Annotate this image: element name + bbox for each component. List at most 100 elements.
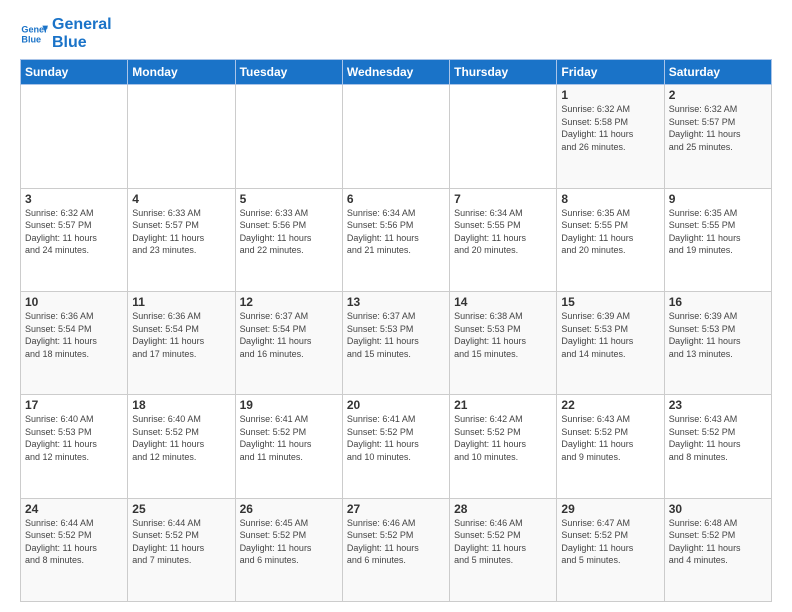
day-info: Sunrise: 6:39 AM Sunset: 5:53 PM Dayligh… xyxy=(669,310,767,360)
day-info: Sunrise: 6:32 AM Sunset: 5:58 PM Dayligh… xyxy=(561,103,659,153)
day-number: 30 xyxy=(669,502,767,516)
day-number: 24 xyxy=(25,502,123,516)
day-number: 27 xyxy=(347,502,445,516)
day-number: 10 xyxy=(25,295,123,309)
day-number: 15 xyxy=(561,295,659,309)
day-number: 17 xyxy=(25,398,123,412)
day-number: 14 xyxy=(454,295,552,309)
calendar-day: 29Sunrise: 6:47 AM Sunset: 5:52 PM Dayli… xyxy=(557,498,664,601)
day-info: Sunrise: 6:36 AM Sunset: 5:54 PM Dayligh… xyxy=(132,310,230,360)
day-info: Sunrise: 6:45 AM Sunset: 5:52 PM Dayligh… xyxy=(240,517,338,567)
calendar-day: 8Sunrise: 6:35 AM Sunset: 5:55 PM Daylig… xyxy=(557,188,664,291)
day-number: 13 xyxy=(347,295,445,309)
day-number: 8 xyxy=(561,192,659,206)
day-info: Sunrise: 6:46 AM Sunset: 5:52 PM Dayligh… xyxy=(347,517,445,567)
header: General Blue General Blue xyxy=(20,16,772,51)
weekday-header: Thursday xyxy=(450,60,557,85)
calendar-day: 5Sunrise: 6:33 AM Sunset: 5:56 PM Daylig… xyxy=(235,188,342,291)
calendar-day: 3Sunrise: 6:32 AM Sunset: 5:57 PM Daylig… xyxy=(21,188,128,291)
calendar-day: 13Sunrise: 6:37 AM Sunset: 5:53 PM Dayli… xyxy=(342,291,449,394)
calendar-week: 24Sunrise: 6:44 AM Sunset: 5:52 PM Dayli… xyxy=(21,498,772,601)
day-number: 2 xyxy=(669,88,767,102)
weekday-row: SundayMondayTuesdayWednesdayThursdayFrid… xyxy=(21,60,772,85)
day-number: 1 xyxy=(561,88,659,102)
day-info: Sunrise: 6:41 AM Sunset: 5:52 PM Dayligh… xyxy=(347,413,445,463)
day-number: 19 xyxy=(240,398,338,412)
calendar-day: 16Sunrise: 6:39 AM Sunset: 5:53 PM Dayli… xyxy=(664,291,771,394)
calendar-day: 17Sunrise: 6:40 AM Sunset: 5:53 PM Dayli… xyxy=(21,395,128,498)
day-info: Sunrise: 6:43 AM Sunset: 5:52 PM Dayligh… xyxy=(669,413,767,463)
calendar-day: 1Sunrise: 6:32 AM Sunset: 5:58 PM Daylig… xyxy=(557,85,664,188)
calendar-day: 25Sunrise: 6:44 AM Sunset: 5:52 PM Dayli… xyxy=(128,498,235,601)
day-info: Sunrise: 6:41 AM Sunset: 5:52 PM Dayligh… xyxy=(240,413,338,463)
calendar-day: 4Sunrise: 6:33 AM Sunset: 5:57 PM Daylig… xyxy=(128,188,235,291)
day-number: 7 xyxy=(454,192,552,206)
day-info: Sunrise: 6:32 AM Sunset: 5:57 PM Dayligh… xyxy=(669,103,767,153)
calendar-day: 20Sunrise: 6:41 AM Sunset: 5:52 PM Dayli… xyxy=(342,395,449,498)
logo-icon: General Blue xyxy=(20,20,48,48)
day-info: Sunrise: 6:35 AM Sunset: 5:55 PM Dayligh… xyxy=(561,207,659,257)
calendar-week: 3Sunrise: 6:32 AM Sunset: 5:57 PM Daylig… xyxy=(21,188,772,291)
logo: General Blue General Blue xyxy=(20,16,112,51)
calendar-day: 30Sunrise: 6:48 AM Sunset: 5:52 PM Dayli… xyxy=(664,498,771,601)
day-info: Sunrise: 6:44 AM Sunset: 5:52 PM Dayligh… xyxy=(132,517,230,567)
day-info: Sunrise: 6:48 AM Sunset: 5:52 PM Dayligh… xyxy=(669,517,767,567)
day-number: 4 xyxy=(132,192,230,206)
calendar-day: 23Sunrise: 6:43 AM Sunset: 5:52 PM Dayli… xyxy=(664,395,771,498)
calendar-day xyxy=(342,85,449,188)
day-number: 12 xyxy=(240,295,338,309)
calendar-day: 26Sunrise: 6:45 AM Sunset: 5:52 PM Dayli… xyxy=(235,498,342,601)
calendar-day xyxy=(450,85,557,188)
day-number: 5 xyxy=(240,192,338,206)
weekday-header: Friday xyxy=(557,60,664,85)
day-number: 20 xyxy=(347,398,445,412)
day-number: 6 xyxy=(347,192,445,206)
logo-text: General Blue xyxy=(52,16,112,51)
day-info: Sunrise: 6:37 AM Sunset: 5:54 PM Dayligh… xyxy=(240,310,338,360)
day-info: Sunrise: 6:38 AM Sunset: 5:53 PM Dayligh… xyxy=(454,310,552,360)
day-info: Sunrise: 6:35 AM Sunset: 5:55 PM Dayligh… xyxy=(669,207,767,257)
weekday-header: Wednesday xyxy=(342,60,449,85)
calendar-day: 9Sunrise: 6:35 AM Sunset: 5:55 PM Daylig… xyxy=(664,188,771,291)
calendar-day: 14Sunrise: 6:38 AM Sunset: 5:53 PM Dayli… xyxy=(450,291,557,394)
weekday-header: Tuesday xyxy=(235,60,342,85)
weekday-header: Saturday xyxy=(664,60,771,85)
day-info: Sunrise: 6:44 AM Sunset: 5:52 PM Dayligh… xyxy=(25,517,123,567)
day-info: Sunrise: 6:42 AM Sunset: 5:52 PM Dayligh… xyxy=(454,413,552,463)
day-info: Sunrise: 6:33 AM Sunset: 5:57 PM Dayligh… xyxy=(132,207,230,257)
calendar-day: 7Sunrise: 6:34 AM Sunset: 5:55 PM Daylig… xyxy=(450,188,557,291)
svg-text:Blue: Blue xyxy=(21,34,41,44)
calendar-day: 10Sunrise: 6:36 AM Sunset: 5:54 PM Dayli… xyxy=(21,291,128,394)
calendar-body: 1Sunrise: 6:32 AM Sunset: 5:58 PM Daylig… xyxy=(21,85,772,602)
calendar-day: 22Sunrise: 6:43 AM Sunset: 5:52 PM Dayli… xyxy=(557,395,664,498)
calendar-day: 19Sunrise: 6:41 AM Sunset: 5:52 PM Dayli… xyxy=(235,395,342,498)
page: General Blue General Blue SundayMondayTu… xyxy=(0,0,792,612)
calendar-header: SundayMondayTuesdayWednesdayThursdayFrid… xyxy=(21,60,772,85)
calendar-day: 21Sunrise: 6:42 AM Sunset: 5:52 PM Dayli… xyxy=(450,395,557,498)
calendar-day: 18Sunrise: 6:40 AM Sunset: 5:52 PM Dayli… xyxy=(128,395,235,498)
calendar-day: 6Sunrise: 6:34 AM Sunset: 5:56 PM Daylig… xyxy=(342,188,449,291)
weekday-header: Monday xyxy=(128,60,235,85)
weekday-header: Sunday xyxy=(21,60,128,85)
day-number: 16 xyxy=(669,295,767,309)
calendar: SundayMondayTuesdayWednesdayThursdayFrid… xyxy=(20,59,772,602)
day-number: 25 xyxy=(132,502,230,516)
calendar-day: 24Sunrise: 6:44 AM Sunset: 5:52 PM Dayli… xyxy=(21,498,128,601)
calendar-day: 27Sunrise: 6:46 AM Sunset: 5:52 PM Dayli… xyxy=(342,498,449,601)
day-number: 21 xyxy=(454,398,552,412)
day-number: 18 xyxy=(132,398,230,412)
calendar-day: 2Sunrise: 6:32 AM Sunset: 5:57 PM Daylig… xyxy=(664,85,771,188)
day-info: Sunrise: 6:32 AM Sunset: 5:57 PM Dayligh… xyxy=(25,207,123,257)
day-info: Sunrise: 6:33 AM Sunset: 5:56 PM Dayligh… xyxy=(240,207,338,257)
day-number: 3 xyxy=(25,192,123,206)
calendar-day: 12Sunrise: 6:37 AM Sunset: 5:54 PM Dayli… xyxy=(235,291,342,394)
calendar-day xyxy=(21,85,128,188)
calendar-day: 28Sunrise: 6:46 AM Sunset: 5:52 PM Dayli… xyxy=(450,498,557,601)
day-info: Sunrise: 6:36 AM Sunset: 5:54 PM Dayligh… xyxy=(25,310,123,360)
calendar-day xyxy=(235,85,342,188)
calendar-week: 17Sunrise: 6:40 AM Sunset: 5:53 PM Dayli… xyxy=(21,395,772,498)
day-number: 9 xyxy=(669,192,767,206)
day-number: 11 xyxy=(132,295,230,309)
day-info: Sunrise: 6:37 AM Sunset: 5:53 PM Dayligh… xyxy=(347,310,445,360)
day-number: 22 xyxy=(561,398,659,412)
